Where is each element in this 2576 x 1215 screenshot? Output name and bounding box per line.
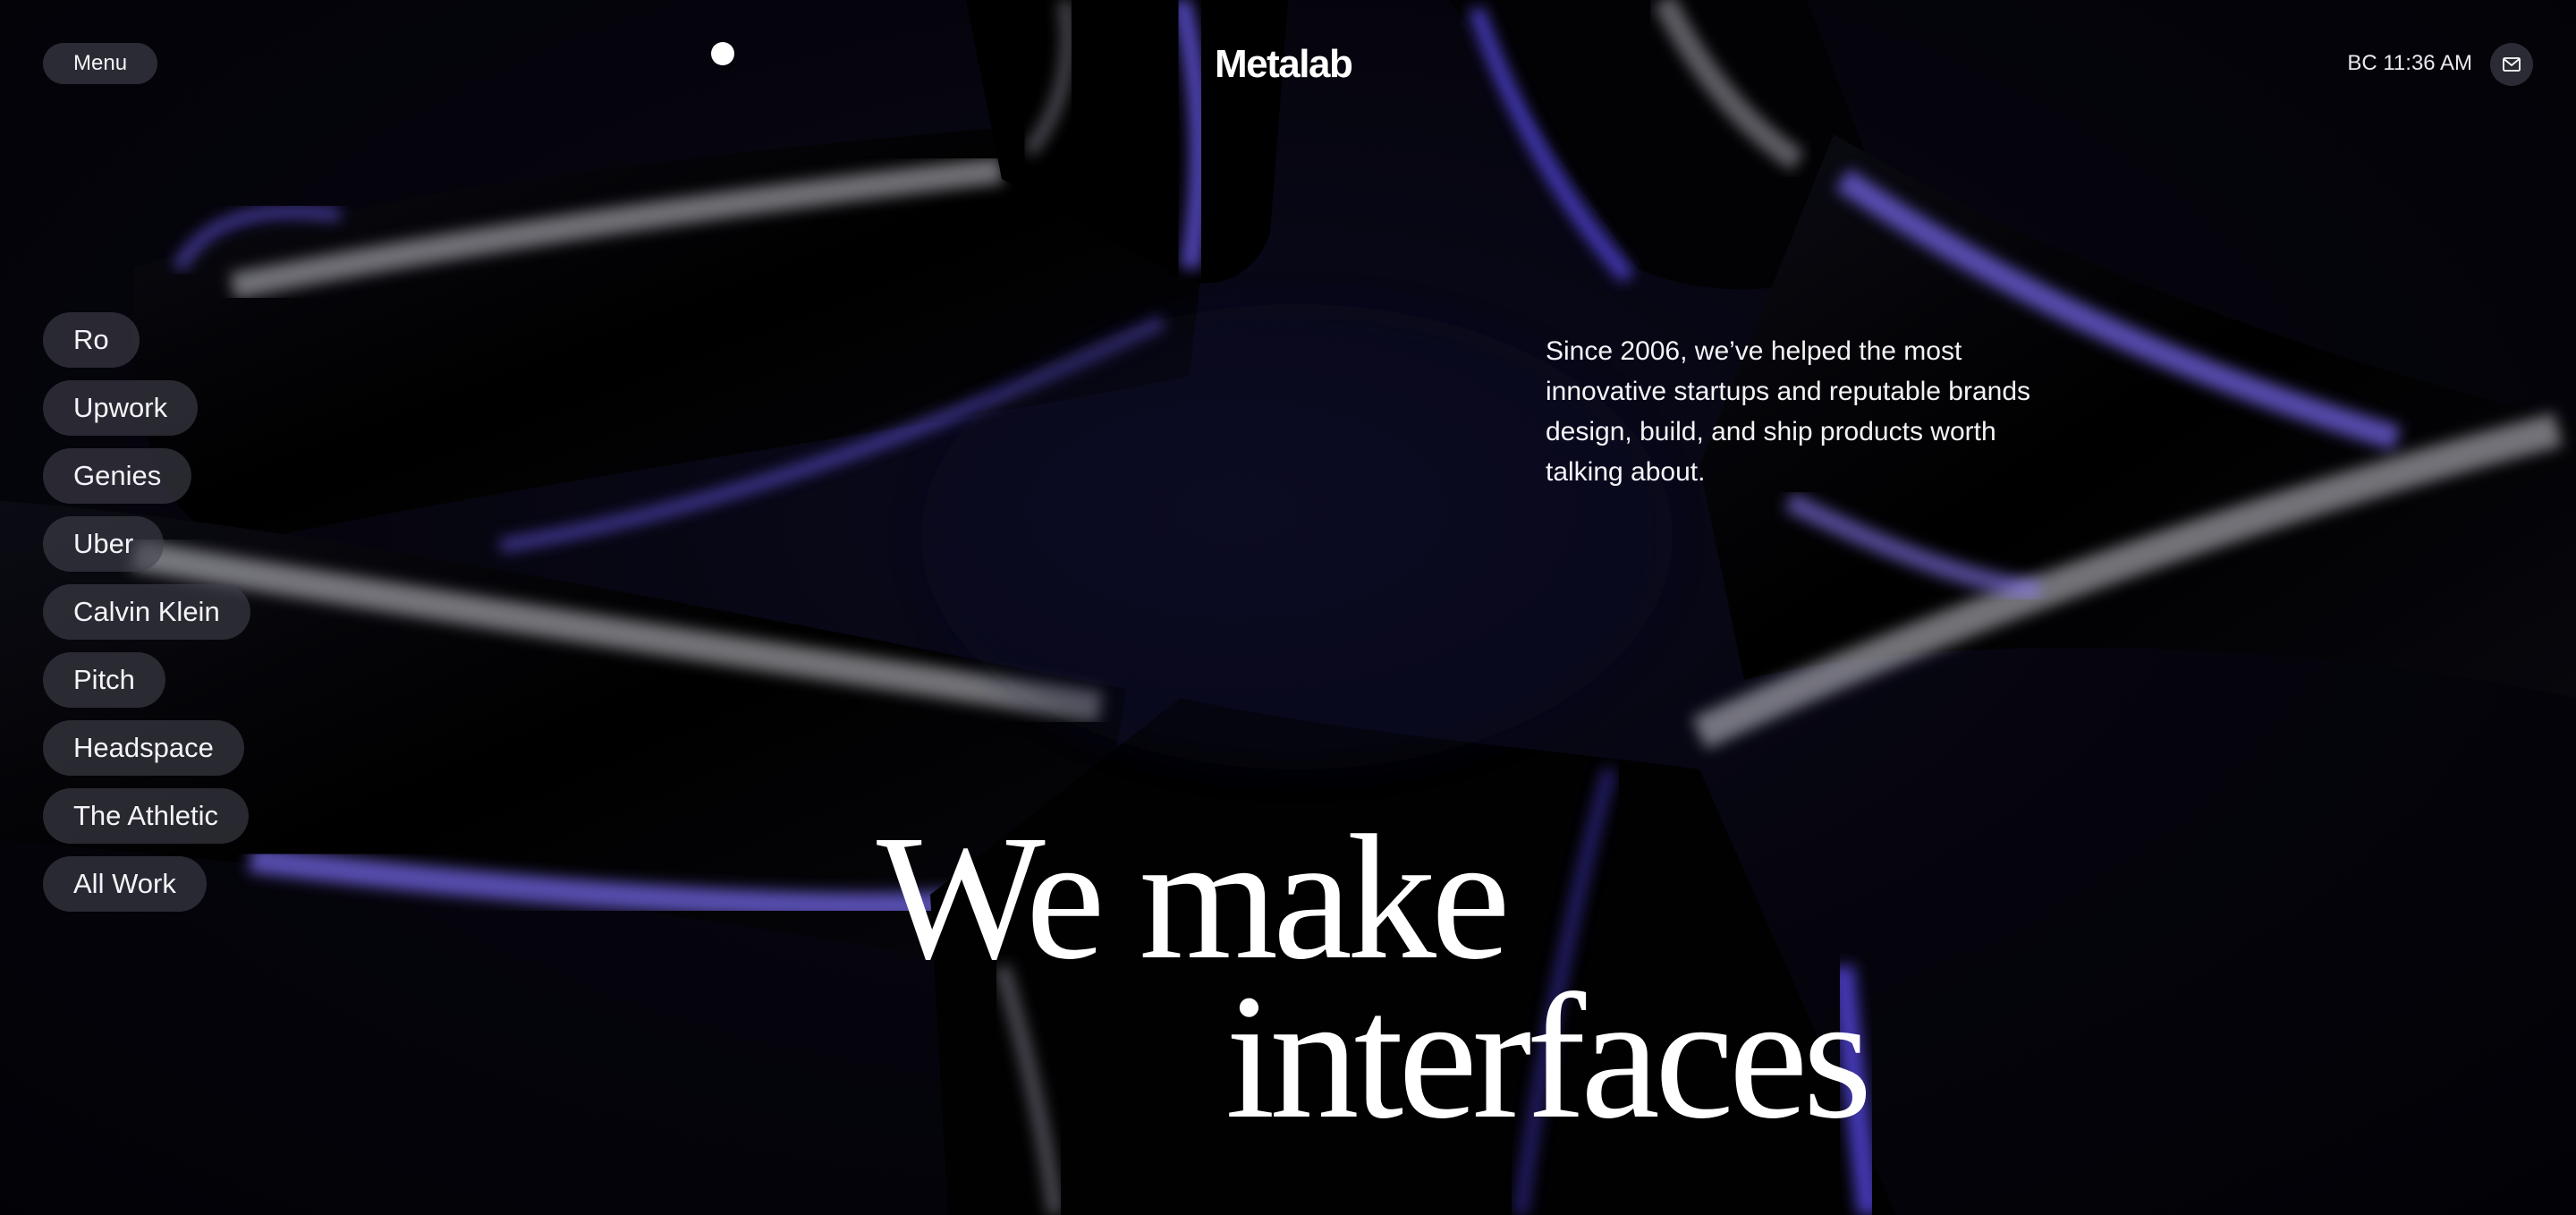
client-link-pitch[interactable]: Pitch (43, 652, 165, 708)
client-link-ro[interactable]: Ro (43, 312, 140, 368)
local-time: BC 11:36 AM (2347, 51, 2472, 75)
contact-button[interactable] (2490, 43, 2533, 86)
client-link-genies[interactable]: Genies (43, 448, 192, 504)
client-link-upwork[interactable]: Upwork (43, 380, 199, 436)
client-list: Ro Upwork Genies Uber Calvin Klein Pitch… (43, 312, 250, 912)
client-link-calvin-klein[interactable]: Calvin Klein (43, 584, 250, 640)
page: Menu Metalab BC 11:36 AM Ro Upwork Genie… (0, 0, 2576, 1215)
client-link-the-athletic[interactable]: The Athletic (43, 788, 249, 844)
intro-text: Since 2006, we’ve helped the most innova… (1546, 336, 2031, 487)
headline-line-2: interfaces (1225, 958, 1872, 1156)
site-logo[interactable]: Metalab (1215, 39, 1353, 89)
cursor-dot (711, 42, 734, 65)
all-work-link[interactable]: All Work (43, 856, 207, 912)
client-link-uber[interactable]: Uber (43, 516, 165, 572)
menu-button[interactable]: Menu (43, 43, 158, 84)
mail-icon (2503, 57, 2521, 72)
client-link-headspace[interactable]: Headspace (43, 720, 244, 776)
